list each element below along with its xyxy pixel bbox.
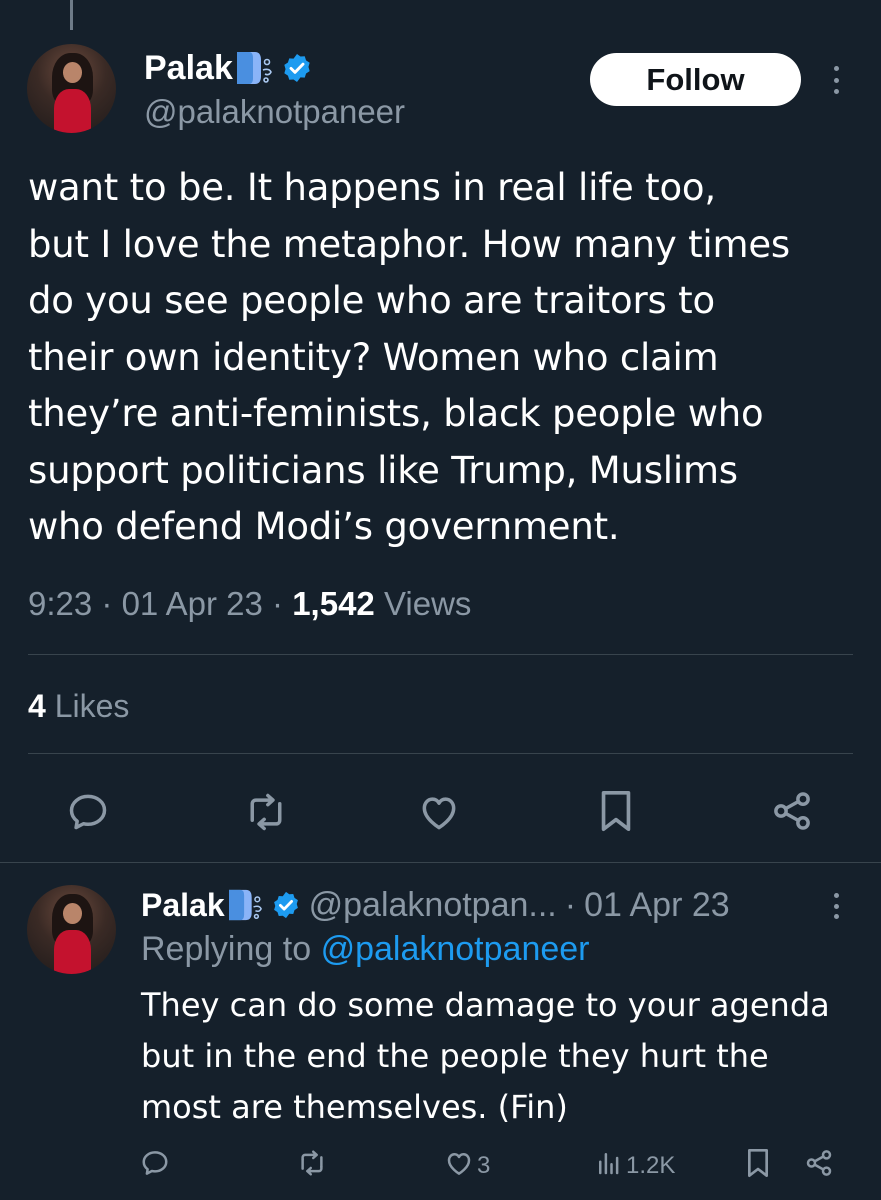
reply-icon[interactable] [66, 790, 110, 834]
more-options-icon[interactable] [831, 66, 841, 94]
reply-author-row: Palak @palaknotpan... · 01 Apr 23 [141, 884, 730, 926]
reply-date[interactable]: 01 Apr 23 [584, 886, 730, 925]
share-icon [804, 1148, 834, 1185]
face-exhaling-icon [227, 888, 265, 922]
reply-like-count: 3 [477, 1152, 491, 1179]
follow-button[interactable]: Follow [590, 53, 801, 106]
bookmark-icon[interactable] [596, 788, 636, 834]
retweet-icon[interactable] [243, 790, 289, 834]
views-count[interactable]: 1,542 [292, 585, 375, 622]
separator: · [272, 585, 284, 622]
like-icon[interactable] [416, 790, 462, 834]
reply-avatar[interactable] [27, 885, 116, 974]
reply-share-button[interactable] [804, 1148, 834, 1185]
reply-like-button[interactable]: 3 [443, 1150, 490, 1182]
thread-connector-line [70, 0, 73, 30]
author-display-name[interactable]: Palak [144, 49, 233, 88]
like-icon [443, 1148, 475, 1185]
retweet-icon [296, 1148, 328, 1185]
reply-bookmark-button[interactable] [744, 1148, 772, 1182]
author-name-row: Palak [144, 48, 313, 88]
replying-to-label: Replying to [141, 930, 312, 968]
reply-views-count: 1.2K [626, 1152, 676, 1179]
bookmark-icon [744, 1147, 772, 1186]
tweet-date[interactable]: 01 Apr 23 [122, 585, 263, 622]
likes-label: Likes [54, 688, 130, 724]
share-icon[interactable] [770, 789, 814, 833]
separator: · [564, 885, 577, 924]
replying-to-line: Replying to @palaknotpaneer [141, 930, 590, 969]
reply-author-display-name[interactable]: Palak [141, 887, 225, 924]
likes-summary[interactable]: 4 Likes [28, 688, 129, 725]
face-exhaling-icon [235, 50, 275, 86]
divider [28, 753, 853, 754]
reply-views-button[interactable]: 1.2K [594, 1150, 675, 1182]
tweet-metadata: 9:23 · 01 Apr 23 · 1,542 Views [28, 585, 471, 623]
views-bar-chart-icon [594, 1148, 624, 1185]
tweet-text: want to be. It happens in real life too,… [28, 166, 790, 548]
views-label[interactable]: Views [384, 585, 471, 622]
divider [0, 862, 881, 863]
author-handle[interactable]: @palaknotpaneer [144, 93, 405, 131]
avatar[interactable] [27, 44, 116, 133]
reply-more-options-icon[interactable] [831, 893, 841, 919]
reply-reply-button[interactable] [140, 1150, 170, 1182]
reply-icon [140, 1148, 170, 1185]
reply-retweet-button[interactable] [296, 1150, 328, 1182]
verified-badge-icon [281, 52, 313, 84]
replying-to-mention-link[interactable]: @palaknotpaneer [321, 930, 590, 968]
reply-tweet-text: They can do some damage to your agenda b… [141, 986, 830, 1126]
separator: · [101, 585, 113, 622]
likes-count: 4 [28, 688, 46, 724]
tweet-time[interactable]: 9:23 [28, 585, 92, 622]
verified-badge-icon [271, 890, 301, 920]
reply-author-handle[interactable]: @palaknotpan... [309, 886, 557, 925]
divider [28, 654, 853, 655]
